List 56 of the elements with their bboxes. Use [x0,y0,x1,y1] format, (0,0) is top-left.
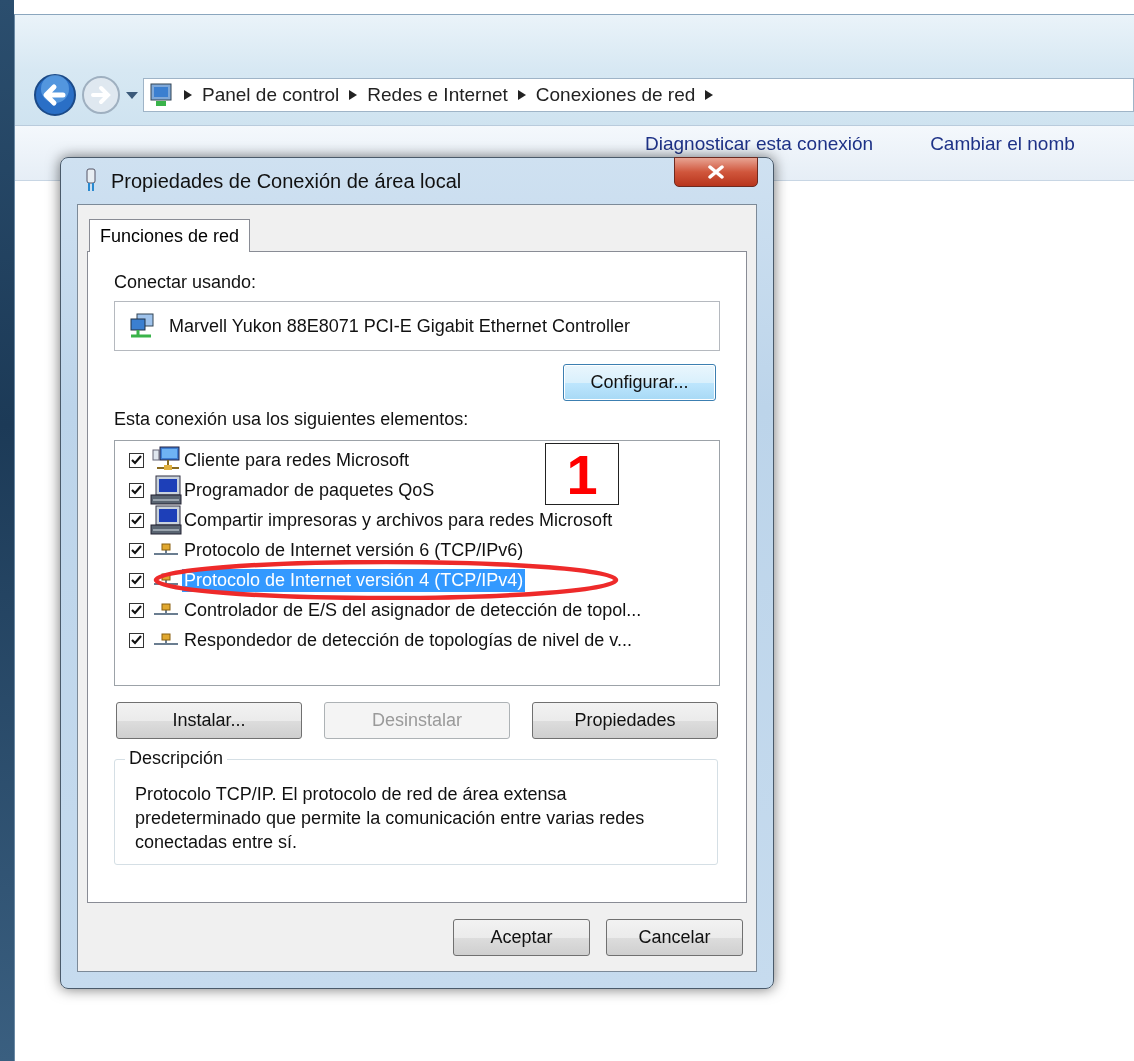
network-protocol-icon [151,573,181,587]
breadcrumb-link[interactable]: Conexiones de red [535,84,696,106]
close-icon [707,165,725,179]
check-icon [131,605,142,615]
list-item[interactable]: Controlador de E/S del asignador de detección de topol... [182,598,644,622]
network-adapter-icon [129,313,155,339]
breadcrumb-link[interactable]: Panel de control [202,84,340,106]
computer-icon [150,475,182,505]
check-icon [131,575,142,585]
checkbox[interactable] [129,452,144,468]
step-number-label: 1 [545,443,619,505]
toolbar-command[interactable]: Diagnosticar esta conexión [645,133,874,155]
list-item[interactable]: Programador de paquetes QoS [182,478,437,502]
description-text: Protocolo TCP/IP. El protocolo de red de área extensa predeterminado que permite la comunicación entre varias redes conectadas entre sí. [135,783,646,854]
control-panel-icon [148,82,174,108]
install-button[interactable]: Instalar... [116,702,302,739]
configure-button[interactable]: Configurar... [563,364,716,401]
list-item[interactable]: Protocolo de Internet versión 6 (TCP/IPv6) [182,538,526,562]
network-protocol-icon [151,603,181,617]
check-icon [131,635,142,645]
dialog-title: Propiedades de Conexión de área local [111,169,462,193]
network-protocol-icon [151,633,181,647]
check-icon [131,455,142,465]
dropdown-caret-icon[interactable] [125,90,139,100]
breadcrumb-arrow-icon [184,90,192,100]
address-bar[interactable]: Panel de control Redes e Internet Conexiones de red [143,78,1134,112]
cancel-button[interactable]: Cancelar [606,919,743,956]
list-label: Esta conexión usa los siguientes elementos: [114,409,470,430]
breadcrumb-arrow-icon [517,90,526,100]
check-icon [131,545,142,555]
list-item[interactable]: Compartir impresoras y archivos para redes Microsoft [182,508,615,532]
group-legend: Descripción [125,748,228,769]
check-icon [131,515,142,525]
close-button[interactable] [674,157,758,187]
checkbox[interactable] [129,512,144,528]
breadcrumb-arrow-icon [705,90,714,100]
checkbox[interactable] [129,482,144,498]
network-plug-icon [83,168,99,194]
list-item[interactable]: Cliente para redes Microsoft [182,448,412,472]
breadcrumb-link[interactable]: Redes e Internet [367,84,508,106]
list-item[interactable]: Respondedor de detección de topologías de nivel de v... [182,628,634,652]
back-button[interactable] [33,73,77,117]
network-protocol-icon [151,543,181,557]
computer-icon [150,505,182,535]
checkbox[interactable] [129,542,144,558]
breadcrumb-arrow-icon [349,90,358,100]
properties-button[interactable]: Propiedades [532,702,718,739]
checkbox[interactable] [129,602,144,618]
adapter-name: Marvell Yukon 88E8071 PCI-E Gigabit Ethernet Controller [169,315,630,337]
checkbox[interactable] [129,572,144,588]
checkbox[interactable] [129,632,144,648]
field-label: Conectar usando: [114,272,258,293]
toolbar-command[interactable]: Cambiar el nomb [930,133,1075,155]
check-icon [131,485,142,495]
tab[interactable]: Funciones de red [89,219,251,252]
ok-button[interactable]: Aceptar [453,919,590,956]
